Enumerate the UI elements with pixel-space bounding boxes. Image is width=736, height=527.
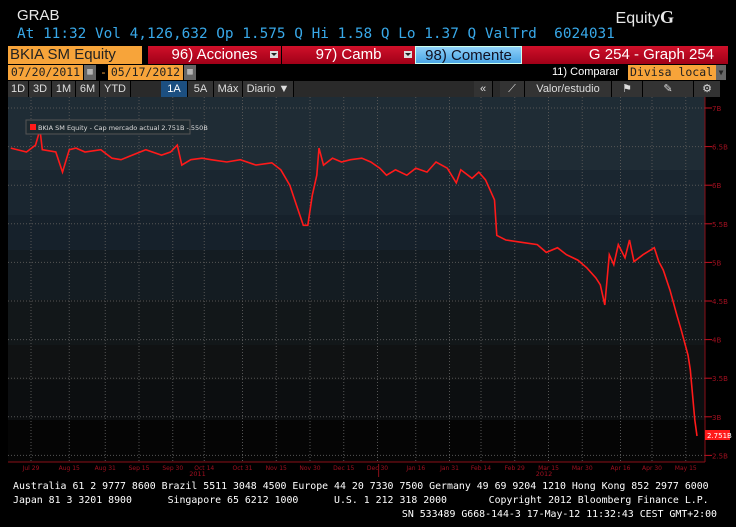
market-label: Equity [615, 10, 660, 27]
value-study-button[interactable]: Valor/estudio [525, 81, 612, 97]
x-tick-label: Dec 30 [367, 465, 388, 472]
x-tick-label: Feb 14 [471, 465, 491, 472]
y-tick-label: 5B [712, 259, 721, 267]
line-chart-icon[interactable]: ⟋ [500, 81, 525, 97]
calendar-icon[interactable]: ▦ [184, 65, 196, 80]
period-6m[interactable]: 6M [76, 81, 100, 97]
end-date-field[interactable]: 05/17/2012 [108, 65, 183, 80]
graph-title: G 254 - Graph 254 [522, 46, 728, 64]
footer-contacts-1: Australia 61 2 9777 8600 Brazil 5511 304… [13, 481, 709, 492]
start-date-field[interactable]: 07/20/2011 [8, 65, 83, 80]
currency-select[interactable]: Divisa local [628, 65, 716, 80]
period-1a[interactable]: 1A [161, 81, 188, 97]
calendar-icon[interactable]: ▦ [84, 65, 96, 80]
y-tick-label: 3B [712, 414, 721, 422]
compare-button[interactable]: 11) Comparar [552, 65, 619, 80]
x-tick-label: Apr 30 [642, 465, 662, 472]
actions-label: 96) Acciones [171, 46, 258, 63]
legend-swatch [30, 124, 36, 130]
x-tick-label: Sep 30 [162, 465, 183, 472]
background-band [8, 215, 705, 250]
period-3d[interactable]: 3D [29, 81, 52, 97]
year-label: 2012 [536, 470, 553, 477]
x-tick-label: Jan 31 [439, 465, 459, 472]
frequency-select[interactable]: Diario ▼ [243, 81, 294, 97]
y-tick-label: 6B [712, 182, 721, 190]
market-key: G [659, 7, 674, 27]
legend-text: BKIA SM Equity - Cap mercado actual 2.75… [38, 124, 208, 132]
x-tick-label: Mar 30 [572, 465, 593, 472]
x-tick-label: Apr 16 [611, 465, 631, 472]
change-menu[interactable]: 97) Camb [282, 46, 415, 64]
background-band [8, 250, 705, 300]
background-band [8, 380, 705, 420]
period-1m[interactable]: 1M [52, 81, 76, 97]
comment-button[interactable]: 98) Comente [415, 46, 522, 64]
x-tick-label: Jan 16 [405, 465, 425, 472]
y-tick-label: 4.5B [712, 298, 728, 306]
footer-session: SN 533489 G668-144-3 17-May-12 11:32:43 … [401, 509, 717, 520]
edit-icon[interactable]: ✎ [643, 81, 694, 97]
y-tick-label: 2.5B [712, 452, 728, 460]
quote-line: At 11:32 Vol 4,126,632 Op 1.575 Q Hi 1.5… [17, 26, 615, 42]
function-code: GRAB [17, 7, 60, 24]
footer: Australia 61 2 9777 8600 Brazil 5511 304… [13, 480, 717, 522]
market-cap-chart[interactable]: 7B 6.5B 6B 5.5B 5B 4.5B 4B 3.5B 3B 2.5B Jul 29 Aug … [0, 97, 736, 477]
settings-gear-icon[interactable]: ⚙ [694, 81, 721, 97]
y-tick-label: 6.5B [712, 144, 728, 152]
toolbar: 1D 3D 1M 6M YTD 1A 5A Máx Diario ▼ « ⟋ V… [8, 81, 721, 97]
x-tick-label: Oct 31 [233, 465, 253, 472]
x-tick-label: Dec 15 [333, 465, 354, 472]
year-label: 2011 [189, 470, 206, 477]
footer-contacts-2: Japan 81 3 3201 8900 Singapore 65 6212 1… [13, 495, 709, 506]
market-sector: EquityG [616, 7, 674, 28]
background-band [8, 345, 705, 380]
dropdown-arrow-icon [404, 51, 412, 58]
actions-menu[interactable]: 96) Acciones [148, 46, 281, 64]
y-tick-label: 3.5B [712, 375, 728, 383]
y-tick-label: 4B [712, 337, 721, 345]
dropdown-arrow-icon [270, 51, 278, 58]
x-tick-label: May 15 [675, 465, 697, 472]
x-tick-label: Jul 29 [22, 465, 40, 472]
last-value-label: 2.751B [707, 432, 732, 440]
currency-dropdown-icon[interactable]: ▼ [716, 65, 726, 80]
period-1d[interactable]: 1D [8, 81, 29, 97]
x-tick-label: Aug 31 [95, 465, 116, 472]
flag-icon[interactable]: ⚑ [612, 81, 643, 97]
x-tick-label: Nov 30 [299, 465, 320, 472]
x-tick-label: Aug 15 [59, 465, 80, 472]
date-separator: - [100, 65, 107, 79]
period-max[interactable]: Máx [214, 81, 243, 97]
x-tick-label: Nov 15 [266, 465, 287, 472]
change-label: 97) Camb [315, 46, 382, 63]
period-5a[interactable]: 5A [188, 81, 214, 97]
x-tick-label: Feb 29 [505, 465, 525, 472]
collapse-button[interactable]: « [474, 81, 493, 97]
y-tick-label: 5.5B [712, 221, 728, 229]
period-ytd[interactable]: YTD [100, 81, 131, 97]
y-tick-label: 7B [712, 105, 721, 113]
background-band [8, 300, 705, 345]
ticker-field[interactable]: BKIA SM Equity [8, 46, 142, 64]
background-band [8, 170, 705, 215]
x-tick-label: Sep 15 [129, 465, 150, 472]
